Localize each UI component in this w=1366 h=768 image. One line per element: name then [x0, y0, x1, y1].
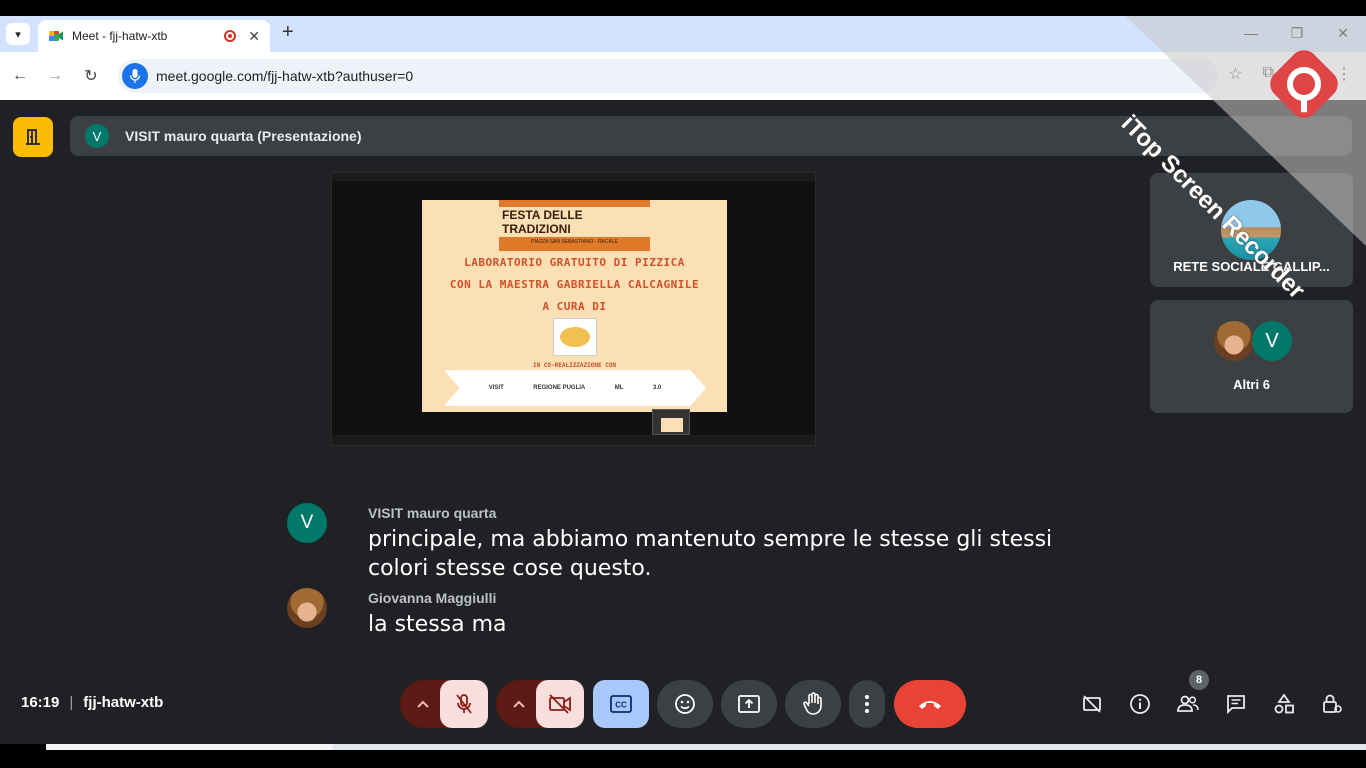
tab-search-button[interactable]: ▾ — [6, 23, 30, 45]
slide-heading: FESTA DELLE TRADIZIONI — [499, 206, 650, 237]
slide-banner: FESTA DELLE TRADIZIONI PIAZZA SAN SEBAST… — [499, 200, 650, 251]
slide-partner-logos: VISIT REGIONE PUGLIA ML 3.0 — [444, 370, 706, 406]
raise-hand-icon — [803, 692, 822, 715]
recording-indicator-icon — [224, 30, 237, 42]
bottom-strip — [0, 744, 1366, 768]
taskbar-preview-thumbnail — [652, 409, 690, 435]
caption-text: principale, ma abbiamo mantenuto sempre … — [368, 527, 1053, 581]
mic-off-icon — [456, 694, 472, 714]
door-icon — [26, 129, 40, 145]
reload-icon[interactable]: ↻ — [79, 64, 103, 88]
watermark-banner — [1125, 16, 1366, 246]
presenter-avatar: V — [85, 124, 109, 148]
slide-coreal-text: IN CO-REALIZZAZIONE CON — [532, 362, 617, 369]
others-avatars: V — [1214, 321, 1306, 361]
video-settings-chevron-icon[interactable] — [497, 680, 541, 728]
google-meet-icon — [48, 28, 64, 44]
new-tab-button[interactable]: + — [282, 22, 300, 44]
taskbar-segment — [46, 744, 333, 750]
presentation-title: VISIT mauro quarta (Presentazione) — [125, 128, 362, 144]
raise-hand-button[interactable] — [785, 680, 841, 728]
tab-meet[interactable]: Meet - fjj-hatw-xtb ✕ — [38, 20, 270, 52]
shared-screen-taskbar — [332, 435, 815, 445]
meeting-details-icon[interactable] — [1126, 692, 1154, 716]
shared-screen: FESTA DELLE TRADIZIONI PIAZZA SAN SEBAST… — [331, 172, 816, 446]
top-black-strip — [0, 0, 1366, 16]
participant-avatar-letter: V — [1252, 321, 1292, 361]
others-tile[interactable]: V Altri 6 — [1150, 300, 1353, 413]
speaker-avatar — [287, 588, 327, 628]
shared-screen-titlebar — [332, 173, 815, 181]
url-text: meet.google.com/fjj-hatw-xtb?authuser=0 — [156, 68, 414, 84]
presentation-slide: FESTA DELLE TRADIZIONI PIAZZA SAN SEBAST… — [422, 200, 727, 412]
forward-icon[interactable]: → — [43, 64, 67, 88]
separator: | — [69, 694, 74, 711]
meeting-tools-icon[interactable] — [1078, 692, 1106, 716]
end-call-icon — [919, 701, 941, 709]
participants-count-badge: 8 — [1189, 670, 1209, 690]
activities-icon[interactable] — [1270, 692, 1298, 716]
people-icon[interactable] — [1174, 692, 1202, 716]
slide-line: LABORATORIO GRATUITO DI PIZZICA — [464, 256, 685, 269]
slide-line: A CURA DI — [542, 300, 607, 313]
partner-logo: ML — [614, 385, 624, 391]
participant-avatar — [1214, 321, 1254, 361]
caption-speaker: VISIT mauro quarta — [368, 505, 497, 521]
host-lock-icon[interactable] — [1318, 692, 1346, 716]
host-controls-button[interactable] — [13, 117, 53, 157]
captions-button[interactable]: CC — [593, 680, 649, 728]
slide-logo — [553, 318, 597, 356]
emoji-icon — [675, 694, 695, 714]
camera-off-button[interactable] — [536, 680, 584, 728]
caption-speaker: Giovanna Maggiulli — [368, 590, 497, 606]
partner-logo: VISIT — [488, 385, 504, 391]
partner-logo: 3.0 — [652, 385, 662, 391]
chat-icon[interactable] — [1222, 692, 1250, 716]
present-screen-icon — [738, 695, 760, 713]
partner-logo: REGIONE PUGLIA — [533, 385, 586, 391]
meeting-time: 16:19 — [21, 694, 60, 711]
audio-settings-chevron-icon[interactable] — [401, 680, 445, 728]
microphone-off-button[interactable] — [440, 680, 488, 728]
others-label: Altri 6 — [1233, 377, 1270, 392]
slide-subheading: PIAZZA SAN SEBASTIANO - RACALE — [531, 238, 618, 245]
closed-captions-icon: CC — [610, 695, 632, 713]
svg-text:CC: CC — [615, 701, 627, 710]
taskbar-segment — [333, 744, 1366, 750]
camera-off-icon — [549, 694, 571, 714]
more-vert-icon — [865, 695, 869, 713]
meeting-code: fjj-hatw-xtb — [83, 694, 164, 711]
meeting-info: 16:19 | fjj-hatw-xtb — [21, 694, 163, 711]
more-options-button[interactable] — [849, 680, 885, 728]
close-tab-icon[interactable]: ✕ — [248, 28, 260, 45]
reactions-button[interactable] — [657, 680, 713, 728]
present-now-button[interactable] — [721, 680, 777, 728]
tab-title: Meet - fjj-hatw-xtb — [72, 29, 168, 43]
caption-text: la stessa ma — [368, 612, 507, 637]
address-bar[interactable]: meet.google.com/fjj-hatw-xtb?authuser=0 — [118, 59, 1218, 93]
leave-call-button[interactable] — [894, 680, 966, 728]
microphone-in-use-icon[interactable] — [122, 63, 148, 89]
speaker-avatar: V — [287, 503, 327, 543]
slide-line: CON LA MAESTRA GABRIELLA CALCAGNILE — [449, 278, 700, 291]
back-icon[interactable]: ← — [8, 64, 32, 88]
